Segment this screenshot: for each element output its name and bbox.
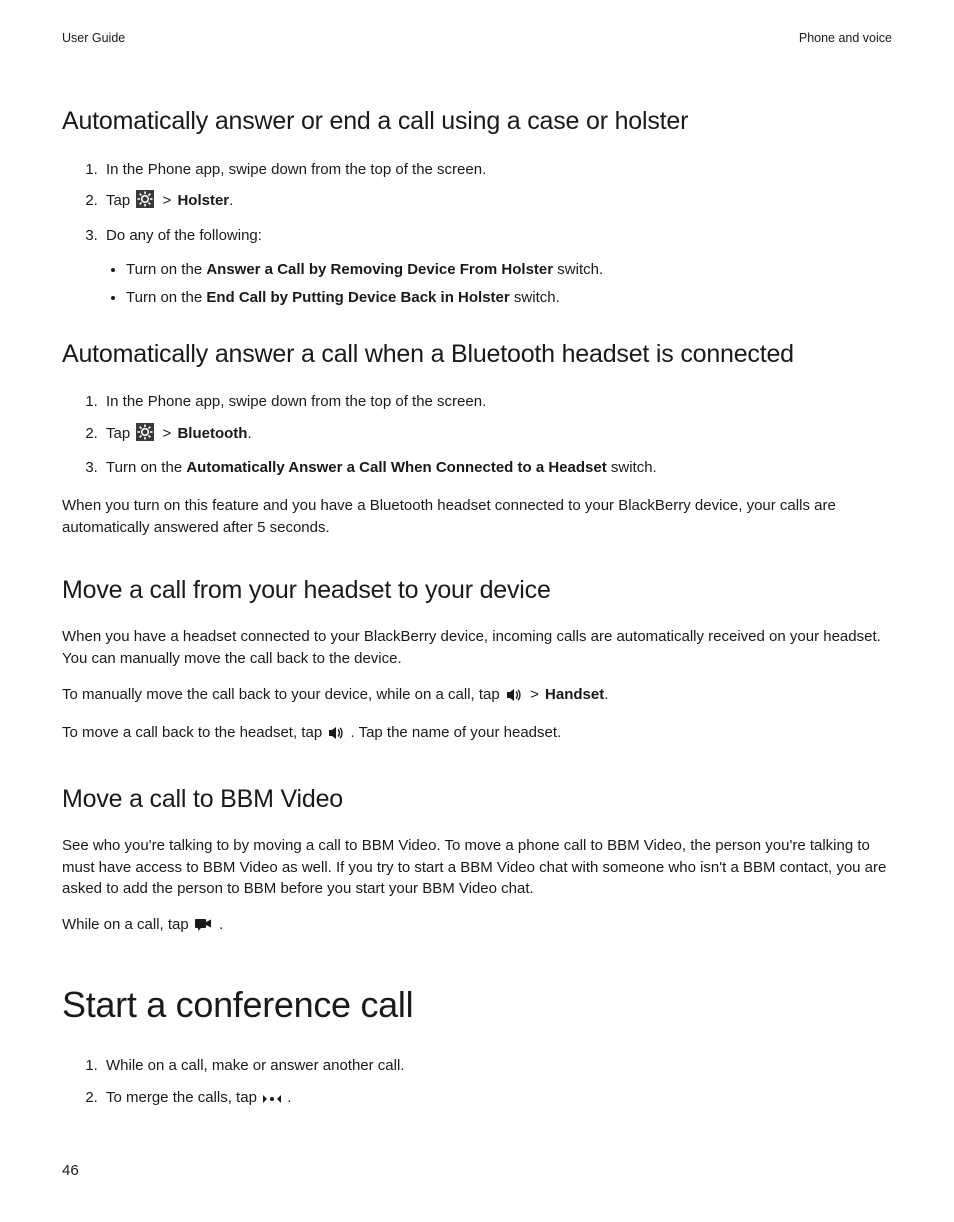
para-lead: To move a call back to the headset, tap: [62, 724, 326, 741]
switch-name-answer: Answer a Call by Removing Device From Ho…: [206, 261, 553, 278]
speaker-icon: [506, 687, 522, 709]
step-tail: .: [247, 425, 251, 442]
menu-item-holster: Holster: [177, 192, 229, 209]
paragraph: To move a call back to the headset, tap …: [62, 722, 892, 747]
step-tail: .: [229, 192, 233, 209]
para-tail: .: [604, 686, 608, 703]
bullet-lead: Turn on the: [126, 261, 206, 278]
switch-name-endcall: End Call by Putting Device Back in Holst…: [206, 289, 509, 306]
bullets-holster: Turn on the Answer a Call by Removing De…: [62, 258, 892, 310]
step-item: Do any of the following:: [102, 223, 892, 249]
breadcrumb-separator: >: [163, 192, 176, 209]
bullet-item: Turn on the Answer a Call by Removing De…: [126, 258, 892, 281]
bullet-item: Turn on the End Call by Putting Device B…: [126, 286, 892, 309]
step-item: Tap > Bluetooth.: [102, 421, 892, 450]
step-text: Tap: [106, 192, 134, 209]
step-item: Turn on the Automatically Answer a Call …: [102, 455, 892, 481]
menu-item-handset: Handset: [545, 686, 604, 703]
section-title-conference: Start a conference call: [62, 981, 892, 1030]
header-right: Phone and voice: [799, 30, 892, 47]
section-title-move-headset: Move a call from your headset to your de…: [62, 574, 892, 608]
para-lead: To manually move the call back to your d…: [62, 686, 504, 703]
step-text: Turn on the: [106, 459, 186, 476]
step-text: To merge the calls, tap: [106, 1089, 261, 1106]
paragraph: While on a call, tap .: [62, 914, 892, 939]
speaker-icon: [328, 725, 344, 747]
breadcrumb-separator: >: [163, 425, 176, 442]
bullet-lead: Turn on the: [126, 289, 206, 306]
step-item: Tap > Holster.: [102, 188, 892, 217]
bullet-tail: switch.: [553, 261, 603, 278]
page-header: User Guide Phone and voice: [62, 30, 892, 47]
step-item: In the Phone app, swipe down from the to…: [102, 157, 892, 183]
steps-conference: While on a call, make or answer another …: [62, 1053, 892, 1113]
settings-gear-icon: [136, 190, 154, 217]
step-tail: switch.: [607, 459, 657, 476]
section-title-bbm-video: Move a call to BBM Video: [62, 783, 892, 817]
merge-calls-icon: [263, 1088, 281, 1114]
settings-gear-icon: [136, 423, 154, 450]
step-item: In the Phone app, swipe down from the to…: [102, 389, 892, 415]
para-tail: .: [219, 916, 223, 933]
para-lead: While on a call, tap: [62, 916, 193, 933]
step-tail: .: [287, 1089, 291, 1106]
step-text: Tap: [106, 425, 134, 442]
menu-item-bluetooth: Bluetooth: [177, 425, 247, 442]
bullet-tail: switch.: [510, 289, 560, 306]
header-left: User Guide: [62, 30, 125, 47]
step-item: To merge the calls, tap .: [102, 1085, 892, 1114]
paragraph: When you have a headset connected to you…: [62, 626, 892, 670]
switch-name-auto-answer: Automatically Answer a Call When Connect…: [186, 459, 606, 476]
paragraph: See who you're talking to by moving a ca…: [62, 835, 892, 900]
paragraph: To manually move the call back to your d…: [62, 684, 892, 709]
section-title-bluetooth: Automatically answer a call when a Bluet…: [62, 338, 892, 372]
steps-bluetooth: In the Phone app, swipe down from the to…: [62, 389, 892, 481]
para-tail: . Tap the name of your headset.: [351, 724, 562, 741]
video-chat-icon: [195, 917, 213, 939]
paragraph-bluetooth-note: When you turn on this feature and you ha…: [62, 495, 892, 539]
page-number: 46: [62, 1161, 892, 1181]
breadcrumb-separator: >: [530, 686, 543, 703]
steps-holster: In the Phone app, swipe down from the to…: [62, 157, 892, 249]
step-item: While on a call, make or answer another …: [102, 1053, 892, 1079]
section-title-holster: Automatically answer or end a call using…: [62, 105, 892, 139]
